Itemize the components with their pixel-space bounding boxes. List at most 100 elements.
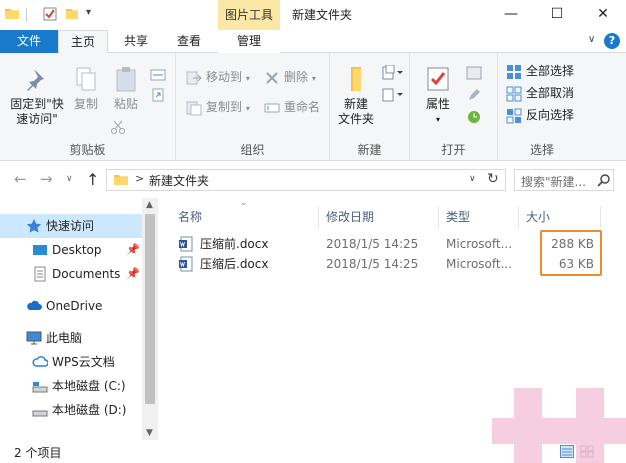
file-type: Microsoft... (446, 257, 513, 271)
easy-access-icon[interactable] (382, 87, 404, 106)
column-divider[interactable] (318, 206, 319, 228)
sort-indicator-icon: ⌄ (240, 198, 248, 208)
column-header-date[interactable]: 修改日期 (326, 206, 374, 228)
table-row[interactable]: 压缩前.docx 2018/1/5 14:25 Microsoft... 288… (170, 234, 600, 254)
table-row[interactable]: 压缩后.docx 2018/1/5 14:25 Microsoft... 63 … (170, 254, 600, 274)
quick-access-dropdown-icon[interactable]: ▾ (86, 7, 91, 18)
scrollbar-thumb[interactable] (145, 214, 155, 404)
delete-dropdown-icon: ▾ (311, 74, 316, 83)
nav-item-quick-access[interactable]: 快速访问 (0, 214, 142, 238)
wps-cloud-icon (32, 354, 49, 370)
nav-label: 此电脑 (46, 331, 83, 345)
pin-icon[interactable]: 📌 (126, 262, 140, 286)
properties-quick-icon[interactable] (42, 6, 58, 22)
new-group-label: 新建 (357, 143, 382, 157)
tab-manage[interactable]: 管理 (218, 30, 280, 53)
folder-icon (4, 6, 20, 22)
up-arrow-icon[interactable]: ↑ (86, 170, 99, 189)
properties-button[interactable]: 属性 ▾ (418, 65, 458, 127)
drive-icon (32, 378, 48, 394)
new-item-icon[interactable] (382, 64, 404, 84)
title-bar: ▾ 图片工具 新建文件夹 — ☐ ✕ (0, 0, 626, 30)
copy-to-button[interactable]: 复制到 ▾ (186, 97, 250, 117)
nav-pane-scrollbar[interactable]: ▲ ▼ (142, 198, 158, 440)
nav-label: Desktop (52, 243, 102, 257)
breadcrumb-current-folder[interactable]: 新建文件夹 (149, 172, 209, 189)
select-none-button[interactable]: 全部取消 (506, 83, 574, 103)
tab-home[interactable]: 主页 (58, 30, 108, 54)
clipboard-group: 固定到"快 速访问" 复制 粘贴 剪贴板 (0, 53, 176, 161)
edit-icon[interactable] (466, 87, 482, 106)
nav-item-drive-d[interactable]: 本地磁盘 (D:) (0, 398, 142, 422)
search-icon[interactable] (597, 173, 611, 187)
nav-item-this-pc[interactable]: 此电脑 (0, 326, 142, 350)
select-all-button[interactable]: 全部选择 (506, 61, 574, 81)
nav-item-onedrive[interactable]: OneDrive (0, 294, 142, 318)
star-icon (26, 218, 42, 234)
paste-shortcut-icon[interactable] (150, 87, 166, 106)
properties-dropdown-icon: ▾ (435, 115, 440, 124)
scroll-up-icon[interactable]: ▲ (146, 200, 153, 210)
address-row: ← → ∨ ↑ > 新建文件夹 ∨ ↻ 搜索"新建... (0, 162, 626, 198)
copy-button[interactable]: 复制 (70, 65, 102, 112)
nav-label: Documents (52, 267, 121, 281)
tab-view[interactable]: 查看 (164, 30, 214, 53)
nav-item-wps-cloud[interactable]: WPS云文档 (0, 350, 142, 374)
column-header-name[interactable]: 名称 (178, 206, 202, 228)
cut-icon[interactable] (110, 119, 126, 138)
close-button[interactable]: ✕ (580, 0, 626, 30)
refresh-icon[interactable]: ↻ (487, 171, 499, 187)
documents-icon (32, 266, 48, 282)
back-arrow-icon[interactable]: ← (14, 170, 27, 188)
select-none-label: 全部取消 (526, 86, 575, 100)
paste-label: 粘贴 (113, 97, 138, 111)
copy-icon (72, 65, 100, 93)
new-folder-quick-icon[interactable] (64, 6, 80, 22)
address-bar[interactable]: > 新建文件夹 ∨ ↻ (106, 169, 506, 191)
ribbon-collapse-icon[interactable]: ∨ (588, 34, 595, 45)
pin-to-quick-access-button[interactable]: 固定到"快 速访问" (4, 65, 70, 127)
breadcrumb-separator-icon[interactable]: > (135, 172, 144, 185)
forward-arrow-icon[interactable]: → (40, 170, 53, 188)
tab-share[interactable]: 共享 (108, 30, 164, 53)
nav-label: 快速访问 (46, 219, 95, 233)
column-divider[interactable] (518, 206, 519, 228)
pin-label-line2: 速访问" (16, 112, 58, 126)
move-to-button[interactable]: 移动到 ▾ (186, 67, 250, 87)
maximize-button[interactable]: ☐ (534, 0, 580, 30)
copy-path-icon[interactable] (150, 67, 166, 86)
nav-item-desktop[interactable]: Desktop 📌 (0, 238, 142, 262)
scroll-down-icon[interactable]: ▼ (146, 428, 153, 438)
file-type: Microsoft... (446, 237, 513, 251)
select-group: 全部选择 全部取消 反向选择 选择 (498, 53, 586, 161)
new-folder-label-line2: 文件夹 (337, 112, 374, 126)
contextual-tab-title: 图片工具 (218, 0, 280, 30)
open-group-label: 打开 (441, 143, 466, 157)
nav-item-drive-c[interactable]: 本地磁盘 (C:) (0, 374, 142, 398)
file-name: 压缩前.docx (200, 237, 269, 251)
invert-selection-button[interactable]: 反向选择 (506, 105, 574, 125)
nav-item-documents[interactable]: Documents 📌 (0, 262, 142, 286)
copy-to-icon (186, 100, 202, 116)
address-dropdown-icon[interactable]: ∨ (469, 174, 476, 184)
history-icon[interactable] (466, 109, 482, 128)
open-icon[interactable] (466, 65, 482, 84)
tab-file[interactable]: 文件 (0, 30, 58, 53)
help-icon[interactable]: ? (604, 33, 620, 49)
delete-button[interactable]: 删除 ▾ (264, 67, 316, 87)
file-date: 2018/1/5 14:25 (326, 257, 419, 271)
minimize-button[interactable]: — (488, 0, 534, 30)
pin-icon[interactable]: 📌 (126, 238, 140, 262)
window-title: 新建文件夹 (292, 8, 353, 22)
search-input[interactable]: 搜索"新建... (514, 169, 614, 191)
column-header-type[interactable]: 类型 (446, 206, 470, 228)
new-folder-button[interactable]: 新建 文件夹 (334, 65, 378, 127)
recent-locations-icon[interactable]: ∨ (66, 174, 73, 184)
column-divider[interactable] (600, 206, 601, 228)
column-divider[interactable] (438, 206, 439, 228)
nav-label: WPS云文档 (52, 355, 115, 369)
rename-button[interactable]: 重命名 (264, 97, 320, 117)
paste-button[interactable]: 粘贴 (108, 65, 144, 112)
column-header-size[interactable]: 大小 (526, 206, 550, 228)
nav-label: 本地磁盘 (D:) (52, 403, 127, 417)
